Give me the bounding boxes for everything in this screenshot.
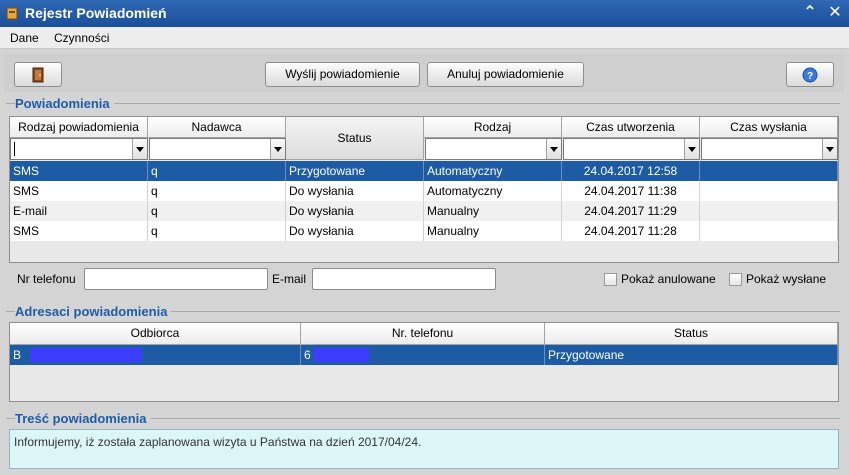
chevron-down-icon[interactable] [546, 139, 561, 159]
cell-sender: q [148, 221, 286, 241]
sender-filter-select[interactable] [149, 138, 286, 160]
show-cancelled-label: Pokaż anulowane [621, 272, 716, 286]
notifications-table: Rodzaj powiadomienia Nadawca Status Rodz… [9, 116, 839, 263]
recipients-section-title: Adresaci powiadomienia [15, 304, 172, 319]
cell-kind: Manualny [424, 201, 562, 221]
window-title: Rejestr Powiadomień [25, 5, 167, 21]
cell-type: SMS [10, 181, 148, 201]
cell-phone: 6 [301, 345, 545, 365]
cell-sender: q [148, 161, 286, 181]
cell-sent [700, 161, 838, 181]
phone-initial: 6 [304, 348, 311, 362]
redacted-block [314, 348, 369, 362]
cell-status: Do wysłania [286, 181, 424, 201]
column-header-phone[interactable]: Nr. telefonu [301, 323, 545, 345]
column-header-type[interactable]: Rodzaj powiadomienia [10, 117, 148, 138]
show-sent-label: Pokaż wysłane [746, 272, 827, 286]
menu-bar: Dane Czynności [0, 27, 849, 49]
redacted-block [30, 348, 142, 362]
cell-recipient-status: Przygotowane [545, 345, 838, 365]
column-header-created[interactable]: Czas utworzenia [562, 117, 700, 138]
app-icon [6, 7, 18, 20]
cell-created: 24.04.2017 11:28 [562, 221, 700, 241]
cell-status: Do wysłania [286, 221, 424, 241]
phone-label: Nr telefonu [17, 272, 76, 286]
column-header-sent[interactable]: Czas wysłania [700, 117, 838, 138]
close-icon[interactable]: ✕ [825, 3, 845, 23]
cell-type: SMS [10, 161, 148, 181]
column-header-kind[interactable]: Rodzaj [424, 117, 562, 138]
column-header-recipient-status[interactable]: Status [545, 323, 838, 345]
chevron-down-icon[interactable] [270, 139, 285, 159]
column-header-recipient[interactable]: Odbiorca [10, 323, 301, 345]
cell-type: E-mail [10, 201, 148, 221]
cell-kind: Manualny [424, 221, 562, 241]
email-label: E-mail [272, 272, 307, 286]
collapse-icon[interactable]: ⌃ [800, 3, 820, 23]
section-divider [6, 103, 840, 104]
menu-dane[interactable]: Dane [10, 31, 39, 45]
exit-button[interactable] [14, 62, 62, 87]
cell-created: 24.04.2017 11:38 [562, 181, 700, 201]
kind-filter-select[interactable] [425, 138, 562, 160]
menu-czynnosci[interactable]: Czynności [54, 31, 109, 45]
table-row[interactable]: SMS q Do wysłania Manualny 24.04.2017 11… [10, 221, 838, 241]
cell-created: 24.04.2017 12:58 [562, 161, 700, 181]
cell-kind: Automatyczny [424, 161, 562, 181]
chevron-down-icon[interactable] [822, 139, 837, 159]
cell-sender: q [148, 181, 286, 201]
chevron-down-icon[interactable] [132, 139, 147, 159]
cell-sender: q [148, 201, 286, 221]
cell-type: SMS [10, 221, 148, 241]
cell-recipient: B [10, 345, 301, 365]
content-section-title: Treść powiadomienia [15, 411, 151, 426]
type-filter-select[interactable] [10, 138, 148, 160]
phone-input[interactable] [84, 268, 268, 290]
notification-content-textarea[interactable]: Informujemy, iż została zaplanowana wizy… [9, 429, 839, 469]
toolbar [4, 54, 844, 92]
recipients-table: Odbiorca Nr. telefonu Status B 6 Przygot… [9, 322, 839, 402]
svg-text:?: ? [807, 71, 813, 82]
table-row[interactable]: SMS q Przygotowane Automatyczny 24.04.20… [10, 161, 838, 181]
cell-status: Przygotowane [286, 161, 424, 181]
chevron-down-icon[interactable] [684, 139, 699, 159]
help-icon: ? [802, 67, 818, 83]
title-bar: Rejestr Powiadomień ⌃ ✕ [0, 0, 849, 27]
cell-kind: Automatyczny [424, 181, 562, 201]
table-row[interactable]: B 6 Przygotowane [10, 345, 838, 365]
table-row[interactable]: E-mail q Do wysłania Manualny 24.04.2017… [10, 201, 838, 221]
column-header-status[interactable]: Status [286, 117, 424, 160]
cell-status: Do wysłania [286, 201, 424, 221]
notifications-section-title: Powiadomienia [15, 96, 114, 111]
sent-filter-select[interactable] [701, 138, 838, 160]
text-cursor [14, 142, 15, 156]
cell-sent [700, 201, 838, 221]
cancel-notification-button[interactable]: Anuluj powiadomienie [427, 62, 584, 87]
recipient-initial: B [13, 348, 22, 362]
cell-sent [700, 221, 838, 241]
show-sent-checkbox[interactable] [729, 273, 742, 286]
cell-sent [700, 181, 838, 201]
door-exit-icon [32, 67, 44, 83]
send-notification-button[interactable]: Wyślij powiadomienie [265, 62, 420, 87]
table-row[interactable]: SMS q Do wysłania Automatyczny 24.04.201… [10, 181, 838, 201]
column-header-sender[interactable]: Nadawca [148, 117, 286, 138]
email-input[interactable] [312, 268, 496, 290]
cell-created: 24.04.2017 11:29 [562, 201, 700, 221]
show-cancelled-checkbox[interactable] [604, 273, 617, 286]
help-button[interactable]: ? [786, 62, 834, 87]
created-filter-select[interactable] [563, 138, 700, 160]
